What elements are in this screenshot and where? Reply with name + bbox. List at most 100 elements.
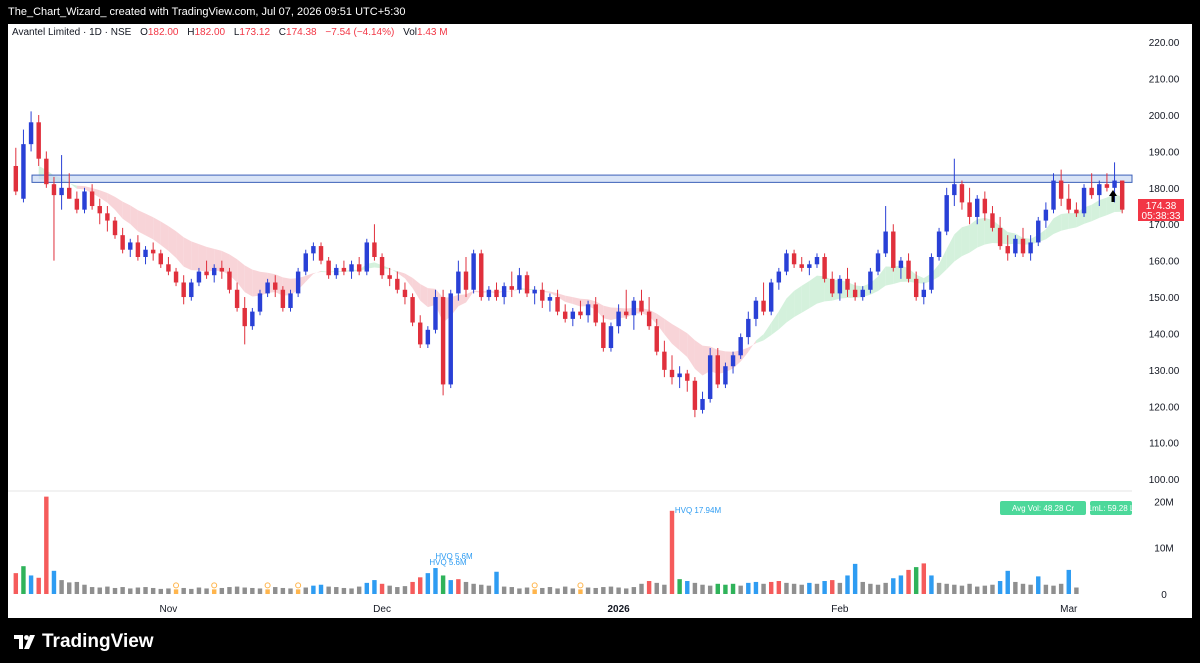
volume-marker-icon [173,582,180,589]
symbol-name: Avantel Limited · 1D · NSE [12,27,132,38]
chart-panel[interactable]: 220.00 210.00 200.00 190.00 180.00 170.00 160.… [8,24,1192,618]
volume-bar [250,587,255,594]
volume-bar [1043,584,1049,594]
price-tick-label: 190.00 [1149,147,1180,158]
volume-layer [13,496,1079,594]
volume-bar [51,570,57,594]
volume-bar [913,567,919,594]
candle-body [379,257,385,276]
volume-bar [234,586,240,594]
volume-bar [540,587,545,594]
volume-bar [395,587,400,594]
candle-body [936,231,942,257]
volume-label: Vol [403,27,418,38]
one-month-volume-badge: 1mL: 59.28 L [1088,501,1135,515]
candle-body [82,191,87,210]
candle-body [631,300,637,316]
ema-band-segment [214,248,222,271]
volume-bar [509,587,514,594]
candle-body [616,311,621,327]
candle-body [1112,180,1117,188]
candle-body [318,246,324,261]
resistance-zone[interactable] [31,174,1133,183]
ema-band-segment [664,318,673,344]
volume-bar [417,577,423,594]
candle-body [891,231,896,268]
volume-bar [952,584,957,594]
brand-name: TradingView [42,630,154,652]
candle-body [456,271,461,294]
volume-bar [967,583,972,594]
volume-bar [692,582,698,594]
volume-bar [830,580,835,594]
volume-bar [67,582,72,594]
volume-bar [295,589,301,594]
candle-body [1089,187,1094,196]
candle-body [730,355,736,367]
volume-bar [814,583,820,594]
volume-bar [471,583,476,594]
volume-bar [280,587,286,594]
candle-body [753,300,759,319]
ema-band-segment [198,244,207,272]
price-tick-label: 160.00 [1149,257,1180,268]
candle-body [921,289,927,298]
volume-bar [318,584,324,594]
time-tick-label: Nov [160,604,178,615]
candle-body [44,158,49,185]
ema-band-segment [420,283,428,308]
low-value: 173.12 [239,27,271,38]
volume-bar [341,587,347,594]
candle-body [646,311,652,327]
volume-bar [578,589,583,594]
candle-body [723,366,728,385]
time-tick-label: 2026 [607,604,630,615]
volume-bar [715,583,721,594]
one-month-volume-text: 1mL: 59.28 L [1088,504,1135,513]
candle-body [501,286,507,298]
candle-body [364,242,370,272]
candle-body [211,267,217,276]
volume-bar [791,583,797,594]
ema-band-segment [954,227,962,262]
volume-bar [822,581,827,594]
volume-marker-icon [295,582,302,589]
candle-body [196,271,202,283]
candle-body [601,322,606,349]
volume-bar [1005,570,1010,594]
candle-body [402,289,408,298]
volume-bar [59,580,64,594]
ema-band-segment [252,269,260,297]
candle-body [578,311,583,316]
volume-marker-icon [577,582,584,589]
ema-band-segment [191,241,199,271]
candle-body [219,267,225,272]
candle-body [349,264,354,272]
candle-body [433,297,438,330]
price-tick-label: 150.00 [1149,293,1180,304]
volume-bar [868,583,873,594]
volume-bar [944,583,949,594]
ema-band-segment [679,328,688,358]
price-tick-label: 200.00 [1149,111,1180,122]
volume-marker-icon [264,582,271,589]
price-chart[interactable]: 220.00210.00200.00190.00180.00170.00160.… [8,24,1192,618]
volume-bar [189,588,194,594]
volume-bar [753,581,759,594]
candle-body [341,267,347,272]
volume-bar [166,588,171,594]
candle-body [1074,209,1079,214]
candle-body [707,355,713,399]
volume-bar [349,588,354,594]
candle-body [479,253,484,298]
volume-bar [227,587,232,594]
last-price-badge: 174.38 05:38:33 [1138,199,1184,222]
candle-body [135,242,141,257]
volume-bar [486,585,492,594]
candle-body [303,253,308,272]
volume-bar [517,588,522,594]
ema-band-segment [1061,213,1069,231]
candle-body [608,326,614,349]
volume-bar [28,575,34,594]
volume-bar [898,575,904,594]
